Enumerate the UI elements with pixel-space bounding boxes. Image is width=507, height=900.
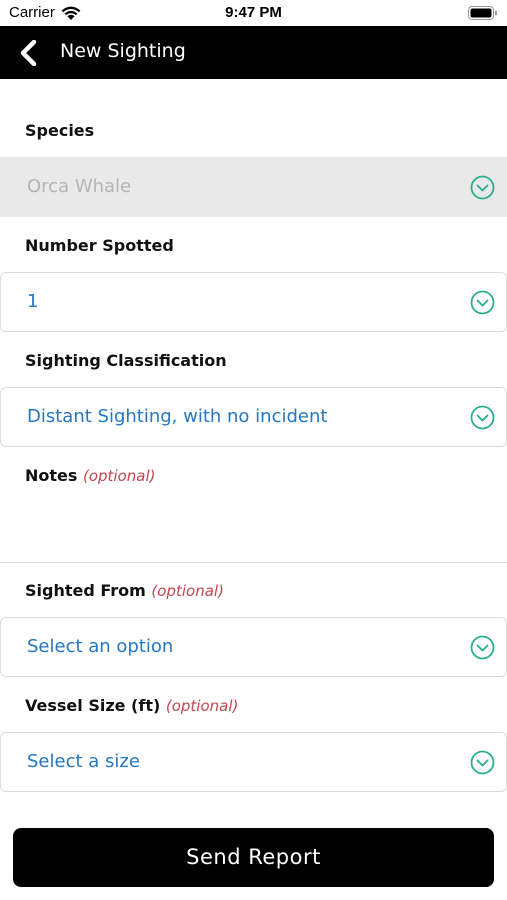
notes-label-text: Notes [25,466,78,485]
vessel-size-select[interactable]: Select a size [0,732,507,792]
notes-textarea[interactable] [0,495,507,563]
sighted-from-label: Sighted From (optional) [25,581,224,600]
sighted-from-value: Select an option [27,636,174,657]
species-label: Species [25,121,95,140]
number-spotted-select[interactable]: 1 [0,272,507,332]
species-value: Orca Whale [27,176,132,197]
notes-label: Notes (optional) [25,466,155,485]
vessel-size-label: Vessel Size (ft) (optional) [25,696,238,715]
vessel-size-value: Select a size [27,751,140,772]
number-spotted-label: Number Spotted [25,236,174,255]
species-select: Orca Whale [0,157,507,217]
status-time: 9:47 PM [225,4,282,21]
number-spotted-value: 1 [27,291,39,312]
chevron-down-icon [470,175,495,200]
optional-tag: (optional) [82,467,156,485]
battery-icon [468,6,497,20]
sighted-from-label-text: Sighted From [25,581,146,600]
classification-value: Distant Sighting, with no incident [27,406,328,427]
chevron-left-icon[interactable] [18,40,40,66]
chevron-down-icon [470,635,495,660]
optional-tag: (optional) [151,582,224,600]
chevron-down-icon [470,405,495,430]
classification-select[interactable]: Distant Sighting, with no incident [0,387,507,447]
classification-label: Sighting Classification [25,351,227,370]
chevron-down-icon [470,750,495,775]
optional-tag: (optional) [165,697,239,715]
sighted-from-select[interactable]: Select an option [0,617,507,677]
vessel-size-label-text: Vessel Size (ft) [25,696,161,715]
chevron-down-icon [470,290,495,315]
page-title: New Sighting [60,40,186,62]
bottom-action-bar: Send Report [0,815,507,900]
status-bar: Carrier 9:47 PM [0,0,507,26]
send-report-button[interactable]: Send Report [13,828,494,887]
navigation-bar: New Sighting [0,26,507,79]
